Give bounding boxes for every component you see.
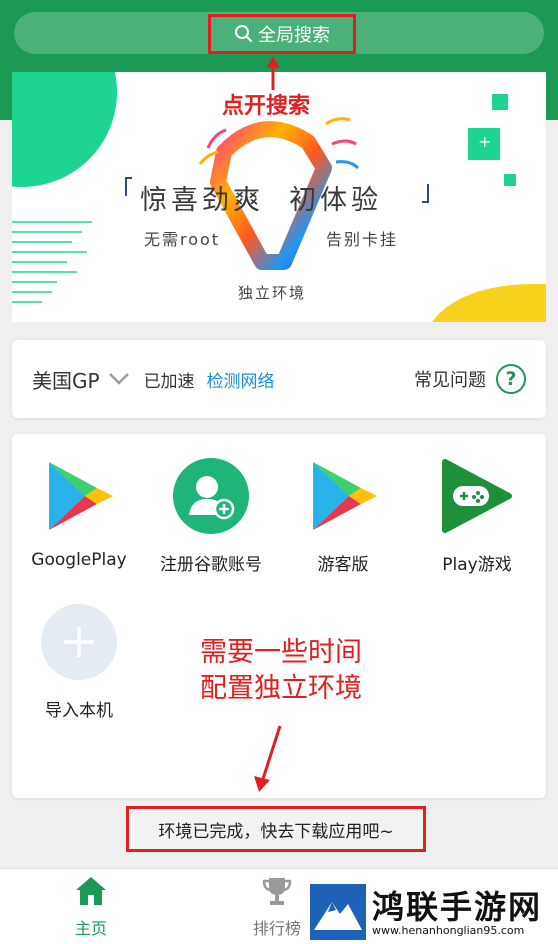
plus-icon: [39, 602, 119, 682]
register-account-icon: [171, 456, 251, 536]
banner-bottom-text: 独立环境: [238, 284, 307, 302]
app-label: 游客版: [317, 555, 369, 575]
search-label: 全局搜索: [258, 25, 330, 46]
network-status-card: 美国GP 已加速 检测网络 常见问题 ?: [12, 340, 546, 418]
app-label: 注册谷歌账号: [160, 555, 262, 575]
app-label: Play游戏: [442, 555, 512, 575]
banner-right-text: 告别卡挂: [326, 230, 399, 249]
home-icon: [76, 877, 106, 905]
annotation-wait-line1: 需要一些时间: [200, 637, 362, 668]
app-googleplay[interactable]: GooglePlay: [14, 456, 144, 570]
banner-plus: +: [478, 132, 492, 151]
help-icon[interactable]: ?: [496, 364, 526, 394]
trophy-icon: [262, 878, 292, 905]
watermark-title: 鸿联手游网: [372, 888, 543, 926]
annotation-arrow-down: [254, 725, 282, 792]
app-label: GooglePlay: [31, 550, 127, 570]
app-label: 导入本机: [45, 701, 113, 721]
play-store-icon: [303, 456, 383, 536]
nav-home[interactable]: 主页: [46, 875, 136, 939]
banner-left-text: 无需root: [144, 230, 221, 249]
region-selector[interactable]: 美国GP: [32, 365, 100, 394]
play-games-icon: [437, 456, 517, 536]
accelerated-status: 已加速: [143, 371, 195, 392]
global-search-button[interactable]: 全局搜索: [208, 14, 356, 54]
app-import-local[interactable]: 导入本机: [14, 602, 144, 721]
play-store-icon: [39, 456, 119, 536]
faq-link[interactable]: 常见问题: [414, 366, 486, 392]
nav-home-label: 主页: [74, 919, 107, 938]
chevron-down-icon[interactable]: [108, 372, 130, 386]
annotation-wait-line2: 配置独立环境: [200, 673, 362, 704]
app-play-games[interactable]: Play游戏: [412, 456, 542, 575]
banner-headline: 惊喜劲爽 初体验: [140, 185, 383, 216]
annotation-tap-search: 点开搜索: [222, 94, 311, 119]
detect-network-link[interactable]: 检测网络: [207, 367, 275, 392]
app-register-google-account[interactable]: 注册谷歌账号: [146, 456, 276, 575]
watermark-logo-icon: [310, 884, 366, 940]
app-guest-version[interactable]: 游客版: [278, 456, 408, 575]
environment-ready-toast: 环境已完成，快去下载应用吧~: [126, 806, 426, 852]
watermark-url: www.henanhonglian95.com: [372, 924, 525, 937]
annotation-arrow-up: [266, 56, 280, 90]
watermark: 鸿联手游网 www.henanhonglian95.com: [306, 882, 552, 940]
search-icon: [235, 25, 253, 43]
